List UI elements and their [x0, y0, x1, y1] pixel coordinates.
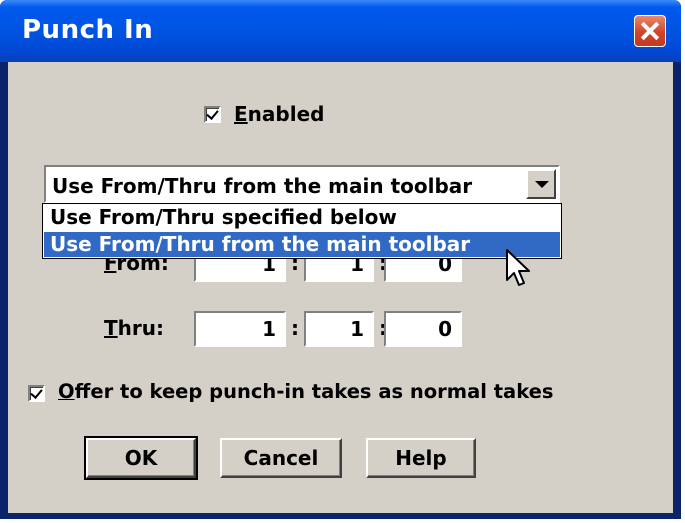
enabled-mnemonic: E [234, 102, 248, 126]
mouse-pointer-icon [506, 249, 530, 286]
cancel-button[interactable]: Cancel [220, 438, 342, 478]
dialog-window: Punch In Enabled Use From/Thru from the … [0, 0, 681, 519]
close-icon[interactable] [634, 15, 666, 47]
thru-label-rest: hru: [117, 316, 164, 340]
thru-bar-input[interactable]: 1 [194, 311, 286, 347]
dropdown-option-specified-below[interactable]: Use From/Thru specified below [44, 205, 560, 230]
enabled-label-rest: nabled [247, 102, 325, 126]
ok-button[interactable]: OK [84, 436, 198, 480]
offer-mnemonic: O [58, 380, 75, 403]
offer-keep-takes-checkbox[interactable] [28, 385, 45, 402]
thru-colon-1: : [291, 316, 299, 340]
enabled-label[interactable]: Enabled [234, 102, 324, 126]
thru-tick-input[interactable]: 0 [384, 311, 462, 347]
thru-beat-input[interactable]: 1 [304, 311, 374, 347]
enabled-checkbox[interactable] [204, 106, 221, 123]
chevron-down-icon[interactable] [526, 169, 556, 199]
title-bar[interactable]: Punch In [0, 0, 681, 62]
offer-keep-takes-label[interactable]: Offer to keep punch-in takes as normal t… [58, 380, 553, 403]
window-title: Punch In [22, 15, 154, 45]
range-source-dropdown: Use From/Thru specified below Use From/T… [42, 203, 562, 259]
thru-mnemonic: T [104, 316, 118, 340]
help-button[interactable]: Help [366, 438, 476, 478]
thru-label: Thru: [104, 316, 164, 340]
dialog-body: Enabled Use From/Thru from the main tool… [8, 62, 673, 513]
dropdown-option-main-toolbar[interactable]: Use From/Thru from the main toolbar [44, 232, 560, 257]
range-source-combo[interactable]: Use From/Thru from the main toolbar [44, 165, 560, 203]
combo-selected-text: Use From/Thru from the main toolbar [52, 174, 473, 198]
offer-label-rest: ffer to keep punch-in takes as normal ta… [74, 380, 554, 403]
